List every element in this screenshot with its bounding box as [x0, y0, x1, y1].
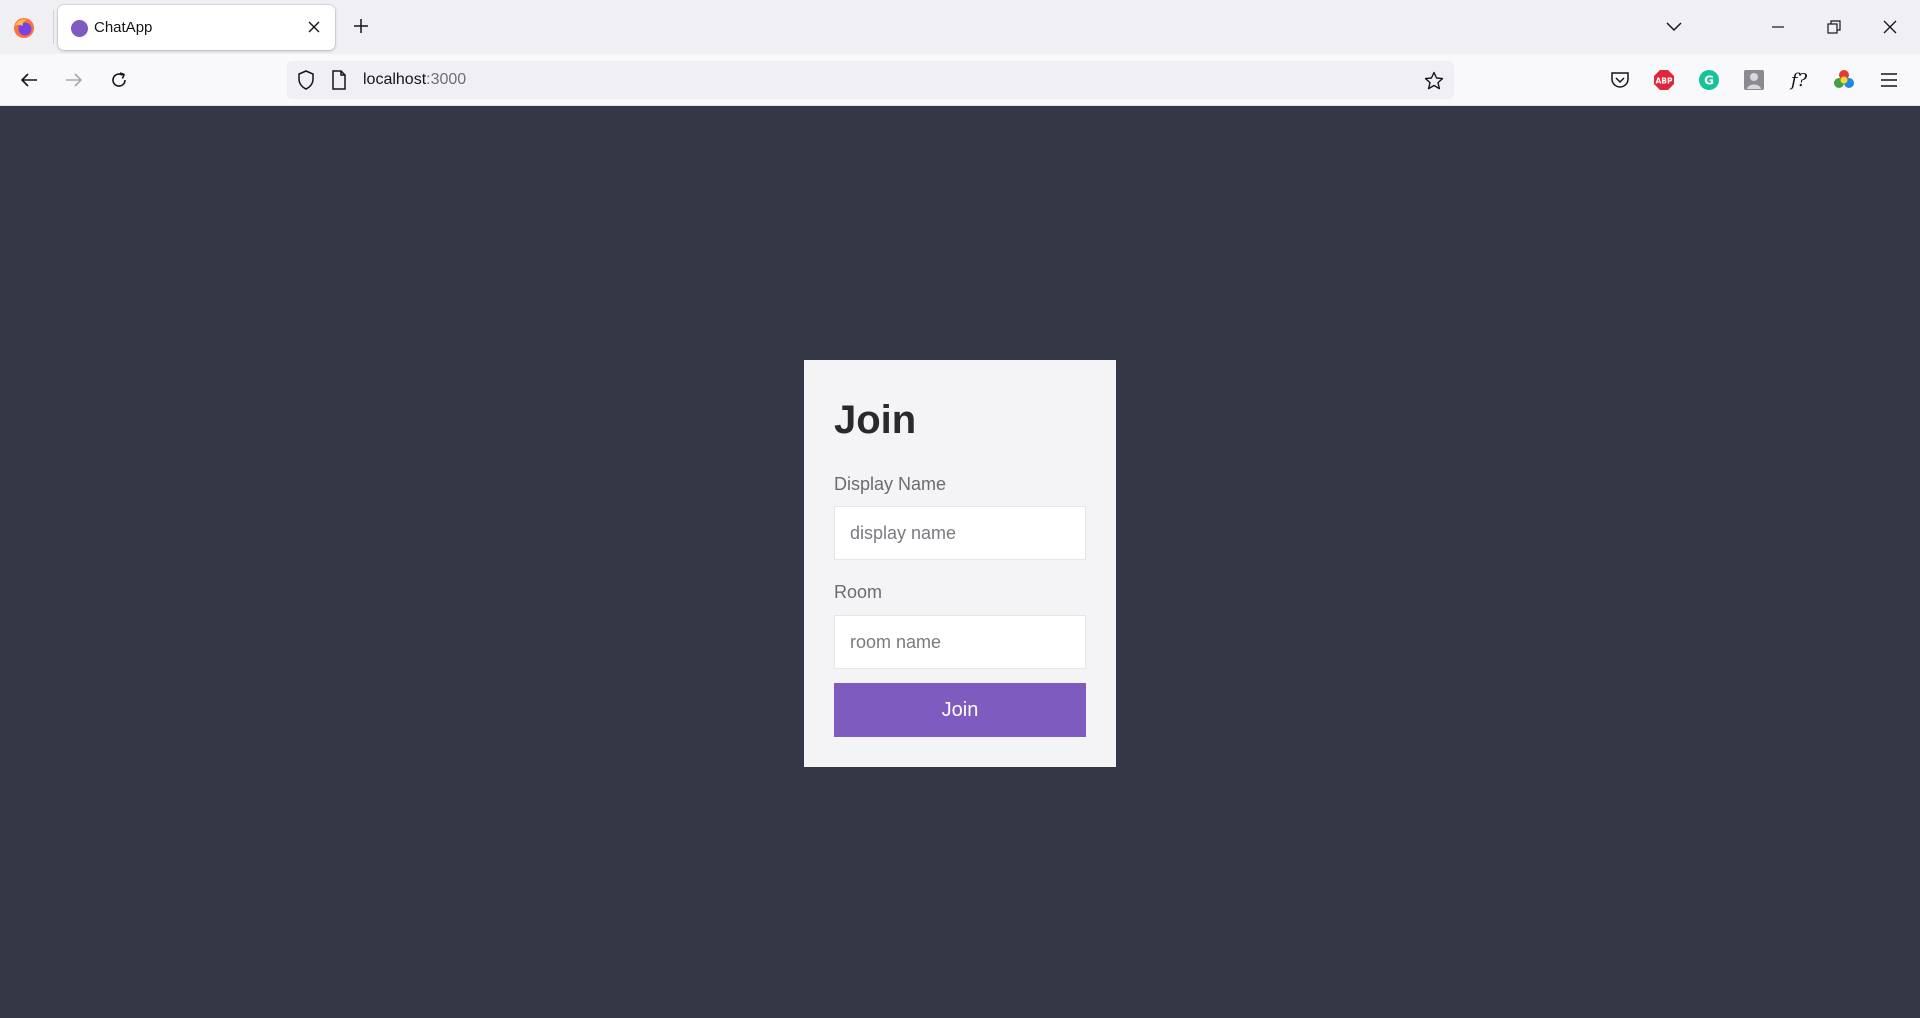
url-host: localhost [363, 71, 427, 88]
tab-strip: ChatApp [0, 0, 1920, 54]
url-port: :3000 [426, 71, 467, 88]
adblock-icon[interactable]: ABP [1652, 68, 1676, 92]
font-finder-icon[interactable]: f? [1787, 68, 1811, 92]
url-text[interactable]: localhost:3000 [363, 71, 466, 89]
adblock-label: ABP [1655, 77, 1673, 86]
pocket-icon[interactable] [1608, 68, 1632, 92]
tab-title: ChatApp [94, 19, 153, 36]
tab-separator [53, 10, 54, 44]
hamburger-menu-icon[interactable] [1877, 68, 1901, 92]
minimize-icon[interactable] [1755, 8, 1801, 46]
close-window-icon[interactable] [1867, 8, 1913, 46]
chevron-down-icon[interactable] [1661, 14, 1687, 40]
reload-icon[interactable] [104, 65, 134, 95]
color-picker-icon[interactable] [1832, 68, 1856, 92]
star-icon[interactable] [1422, 69, 1446, 93]
close-icon[interactable] [302, 15, 326, 39]
grammarly-icon[interactable]: G [1697, 68, 1721, 92]
page-viewport: Join Display Name Room Join [0, 106, 1920, 1018]
arrow-left-icon[interactable] [14, 65, 44, 95]
grammarly-label: G [1704, 74, 1714, 88]
tab-favicon-icon [71, 20, 88, 37]
display-name-label: Display Name [834, 474, 947, 494]
navigation-toolbar: localhost:3000 ABP G f? [0, 54, 1920, 106]
arrow-right-icon[interactable] [59, 65, 89, 95]
display-name-input[interactable] [834, 506, 1086, 560]
font-finder-label: f? [1790, 69, 1808, 91]
join-button[interactable]: Join [834, 683, 1086, 737]
restore-icon[interactable] [1811, 8, 1857, 46]
page-icon[interactable] [331, 70, 347, 95]
join-card: Join Display Name Room Join [804, 360, 1116, 767]
room-name-input[interactable] [834, 615, 1086, 669]
extension-avatar-icon[interactable] [1742, 68, 1766, 92]
join-title: Join [834, 398, 917, 442]
tab-chatapp[interactable]: ChatApp [58, 5, 335, 50]
url-bar[interactable]: localhost:3000 [287, 61, 1454, 99]
shield-icon[interactable] [297, 70, 315, 95]
firefox-logo-icon[interactable] [13, 17, 35, 39]
room-label: Room [834, 582, 883, 602]
plus-icon[interactable] [349, 14, 373, 38]
